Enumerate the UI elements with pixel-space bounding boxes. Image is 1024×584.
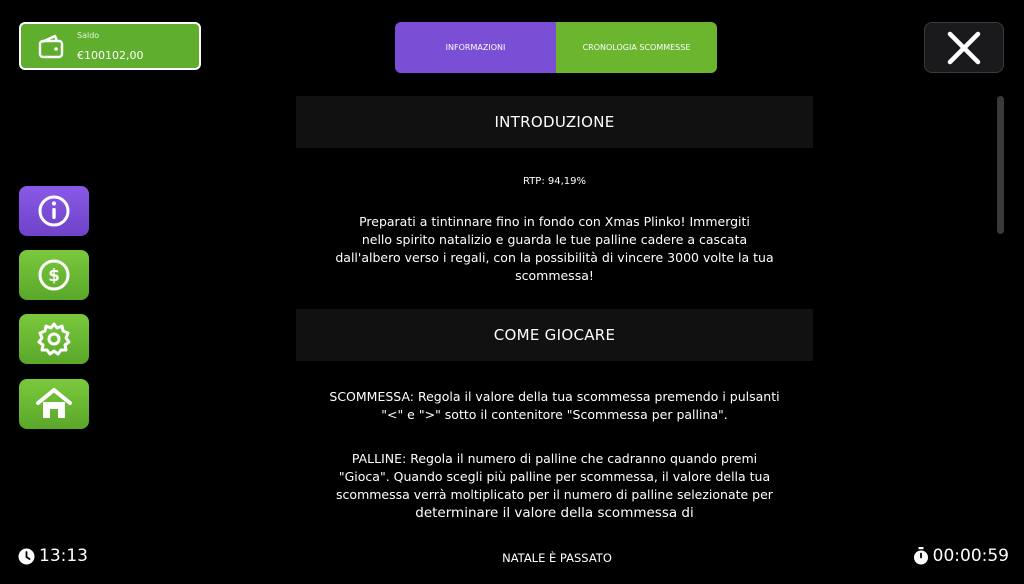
session-timer: 00:00:59 <box>913 546 1009 566</box>
settings-button[interactable] <box>19 314 89 364</box>
text-line: "<" e ">" sotto il contenitore "Scommess… <box>381 407 728 422</box>
balance-label: Saldo <box>77 31 100 40</box>
gear-icon <box>37 322 71 356</box>
info-icon <box>38 195 70 227</box>
bet-paragraph: SCOMMESSA: Regola il valore della tua sc… <box>320 388 790 424</box>
text-line: dall'albero verso i regali, con la possi… <box>335 250 774 265</box>
home-icon <box>36 388 72 418</box>
svg-text:$: $ <box>48 266 60 286</box>
rtp-text: RTP: 94,19% <box>522 176 587 187</box>
text-line: SCOMMESSA: Regola il valore della tua sc… <box>329 389 780 404</box>
text-line: Preparati a tintinnare fino in fondo con… <box>359 214 750 229</box>
section-title-how-to-play: COME GIOCARE <box>296 309 813 361</box>
game-title: NATALE È PASSATO <box>502 551 612 565</box>
dollar-coin-icon: $ <box>38 259 70 291</box>
info-button[interactable] <box>19 186 89 236</box>
text-line: scommessa! <box>515 268 594 283</box>
text-line: nello spirito natalizio e guarda le tue … <box>361 232 748 247</box>
home-button[interactable] <box>19 379 89 429</box>
timer-value: 00:00:59 <box>932 546 1009 566</box>
tab-info[interactable]: INFORMAZIONI <box>395 22 556 73</box>
text-line: determinare il valore della scommessa di <box>415 505 694 521</box>
text-line: "Gioca". Quando scegli più palline per s… <box>338 469 771 484</box>
text-line: PALLINE: Regola il numero di palline che… <box>351 451 758 466</box>
tab-bar: INFORMAZIONI CRONOLOGIA SCOMMESSE <box>395 22 717 73</box>
close-icon <box>947 31 981 64</box>
text-line: scommessa verrà moltiplicato per il nume… <box>336 487 773 502</box>
scrollbar[interactable] <box>997 96 1004 234</box>
balls-paragraph: PALLINE: Regola il numero di palline che… <box>320 450 790 522</box>
close-button[interactable] <box>924 22 1004 73</box>
intro-paragraph: Preparati a tintinnare fino in fondo con… <box>320 213 790 285</box>
tab-bet-history[interactable]: CRONOLOGIA SCOMMESSE <box>556 22 717 73</box>
balance-panel: Saldo €100102,00 <box>19 22 201 70</box>
section-title-introduction: INTRODUZIONE <box>296 96 813 148</box>
info-content[interactable]: INTRODUZIONE RTP: 94,19% Preparati a tin… <box>296 96 813 530</box>
stopwatch-icon <box>913 547 928 565</box>
paytable-button[interactable]: $ <box>19 250 89 300</box>
balance-value: €100102,00 <box>77 49 144 62</box>
wallet-icon <box>38 34 64 59</box>
